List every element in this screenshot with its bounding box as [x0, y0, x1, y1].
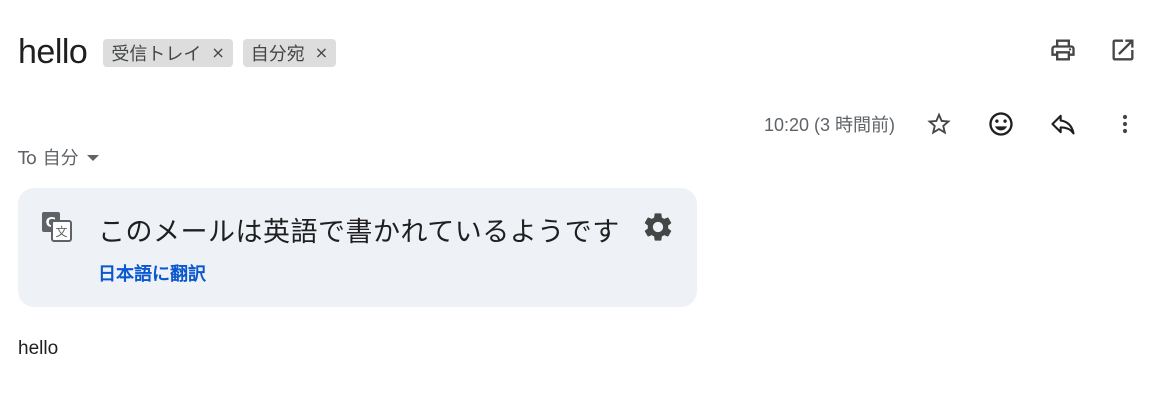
- printer-icon[interactable]: [1049, 36, 1077, 64]
- subject-actions: [1049, 36, 1137, 64]
- label-chips: 受信トレイ × 自分宛 ×: [103, 39, 337, 67]
- message-meta: 10:20 (3 時間前): [764, 106, 1139, 142]
- label-chip-to-me[interactable]: 自分宛 ×: [242, 39, 337, 67]
- more-vert-icon[interactable]: [1111, 110, 1139, 138]
- recipient-text: To 自分: [18, 148, 79, 169]
- label-chip-text: 自分宛: [250, 44, 305, 65]
- svg-text:文: 文: [55, 224, 67, 239]
- emoji-reaction-icon[interactable]: [987, 110, 1015, 138]
- translate-icon: G 文: [42, 212, 72, 242]
- gear-icon[interactable]: [641, 210, 675, 244]
- caret-down-icon: [86, 155, 99, 161]
- reply-icon[interactable]: [1049, 110, 1077, 138]
- open-in-new-window-icon[interactable]: [1109, 36, 1137, 64]
- email-body: hello: [18, 338, 59, 359]
- message-actions: [925, 110, 1139, 138]
- translate-to-japanese-link[interactable]: 日本語に翻訳: [98, 260, 206, 286]
- recipient-details-toggle[interactable]: To 自分: [18, 145, 99, 169]
- label-chip-inbox[interactable]: 受信トレイ ×: [103, 39, 233, 67]
- remove-label-icon[interactable]: ×: [315, 45, 328, 61]
- remove-label-icon[interactable]: ×: [211, 45, 224, 61]
- translate-message: このメールは英語で書かれているようです: [98, 217, 620, 248]
- email-view: hello 受信トレイ × 自分宛 × 10:20 (3 時間前) To 自分 …: [0, 0, 1151, 402]
- star-icon[interactable]: [925, 110, 953, 138]
- subject-row: hello 受信トレイ × 自分宛 ×: [18, 30, 337, 74]
- email-subject: hello: [18, 32, 88, 71]
- label-chip-text: 受信トレイ: [111, 44, 202, 65]
- translate-banner: G 文 このメールは英語で書かれているようです 日本語に翻訳: [18, 188, 697, 307]
- message-timestamp[interactable]: 10:20 (3 時間前): [764, 111, 895, 137]
